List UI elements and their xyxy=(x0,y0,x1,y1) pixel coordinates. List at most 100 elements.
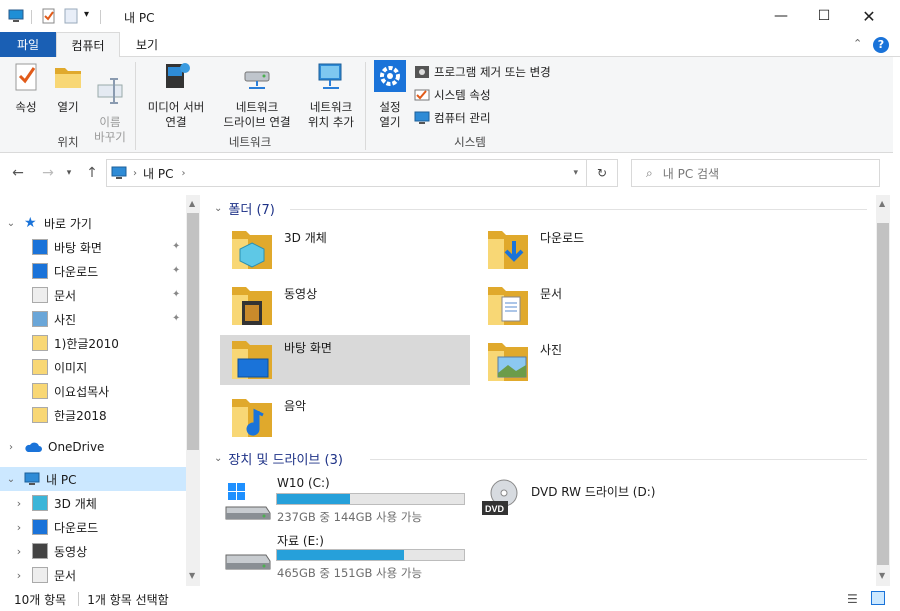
cloud-icon xyxy=(25,442,42,452)
document-icon xyxy=(32,287,48,303)
chevron-down-icon[interactable]: ⌄ xyxy=(214,453,222,464)
system-properties-button[interactable]: 시스템 속성 xyxy=(414,85,491,105)
large-icons-view-icon[interactable] xyxy=(871,591,885,605)
breadcrumb-this-pc[interactable]: 내 PC xyxy=(143,165,173,182)
chevron-down-icon[interactable]: ⌄ xyxy=(4,218,18,229)
sidebar-onedrive[interactable]: › OneDrive xyxy=(0,435,186,459)
drive-d[interactable]: DVD DVD RW 드라이브 (D:) xyxy=(480,475,730,527)
sidebar-item[interactable]: 이요섭목사 xyxy=(0,379,186,403)
dvd-drive-icon: DVD xyxy=(482,479,518,515)
document-icon xyxy=(32,567,48,583)
pin-icon[interactable]: ✦ xyxy=(172,313,182,325)
tab-file[interactable]: 파일 xyxy=(0,32,56,57)
group-system-label: 시스템 xyxy=(454,135,486,149)
folder-tile[interactable]: 문서 xyxy=(476,281,726,333)
refresh-button[interactable]: ↻ xyxy=(587,159,618,187)
tab-computer[interactable]: 컴퓨터 xyxy=(56,32,120,58)
add-network-location-button[interactable]: 네트워크 위치 추가 xyxy=(302,60,360,130)
close-button[interactable]: ✕ xyxy=(846,0,892,32)
folder-icon xyxy=(32,335,48,351)
details-view-icon[interactable]: ☰ xyxy=(847,592,858,606)
collapse-ribbon-icon[interactable]: ⌃ xyxy=(853,37,862,50)
chevron-right-icon[interactable]: › xyxy=(10,521,28,534)
tab-view[interactable]: 보기 xyxy=(124,32,170,57)
downloads-folder-icon xyxy=(488,231,528,269)
properties-check-icon[interactable] xyxy=(41,8,57,24)
sidebar-pc-item[interactable]: › 문서 xyxy=(0,563,186,587)
address-dropdown-icon[interactable]: ▾ xyxy=(573,168,578,178)
content-scrollbar[interactable]: ▲ ▼ xyxy=(876,195,890,586)
sidebar-item[interactable]: 문서 ✦ xyxy=(0,283,186,307)
chevron-down-icon[interactable]: ⌄ xyxy=(4,474,18,485)
folders-group-header[interactable]: ⌄ 폴더 (7) xyxy=(214,199,275,218)
ribbon-divider xyxy=(365,62,366,150)
sidebar-item[interactable]: 사진 ✦ xyxy=(0,307,186,331)
search-placeholder: 내 PC 검색 xyxy=(662,166,720,181)
media-server-button[interactable]: 미디어 서버 연결 xyxy=(140,60,212,130)
navigation-pane: ⌄ ★ 바로 가기 바탕 화면 ✦ 다운로드 ✦ 문서 ✦ 사진 ✦ 1)한글2010 이미지 이요… xyxy=(0,195,186,587)
breadcrumb-separator-icon[interactable]: › xyxy=(133,168,137,179)
videos-folder-icon xyxy=(232,287,272,325)
properties-button[interactable]: 속성 xyxy=(4,60,48,115)
open-settings-button[interactable]: 설정 열기 xyxy=(370,60,410,130)
chevron-down-icon[interactable]: ⌄ xyxy=(214,203,222,214)
drive-c-usage-bar xyxy=(276,493,465,505)
scroll-up-icon[interactable]: ▲ xyxy=(189,199,195,208)
search-box[interactable]: ⌕ 내 PC 검색 xyxy=(631,159,880,187)
sidebar-item[interactable]: 1)한글2010 xyxy=(0,331,186,355)
desktop-icon xyxy=(32,239,48,255)
minimize-button[interactable]: — xyxy=(758,0,804,32)
sidebar-item[interactable]: 다운로드 ✦ xyxy=(0,259,186,283)
sidebar-scrollbar[interactable]: ▲ ▼ xyxy=(186,195,200,586)
chevron-right-icon[interactable]: › xyxy=(10,545,28,558)
new-folder-icon[interactable] xyxy=(63,8,79,24)
sidebar-item[interactable]: 이미지 xyxy=(0,355,186,379)
pin-icon[interactable]: ✦ xyxy=(172,241,182,253)
scroll-down-icon[interactable]: ▼ xyxy=(189,571,195,580)
sidebar-this-pc[interactable]: ⌄ 내 PC xyxy=(0,467,186,491)
up-button[interactable]: ↑ xyxy=(82,160,102,186)
scroll-down-icon[interactable]: ▼ xyxy=(879,571,885,580)
folder-tile[interactable]: 사진 xyxy=(476,337,726,389)
back-button[interactable]: ← xyxy=(8,160,28,186)
folder-tile[interactable]: 음악 xyxy=(220,393,470,445)
sidebar-scroll-thumb[interactable] xyxy=(187,213,199,450)
chevron-right-icon[interactable]: › xyxy=(10,569,28,582)
scroll-up-icon[interactable]: ▲ xyxy=(879,199,885,208)
sidebar-item[interactable]: 바탕 화면 ✦ xyxy=(0,235,186,259)
qa-dropdown-icon[interactable]: ▾ xyxy=(84,9,89,20)
open-button[interactable]: 열기 xyxy=(48,60,88,115)
address-bar[interactable]: › 내 PC › ▾ xyxy=(106,159,587,187)
sidebar-quick-access[interactable]: ⌄ ★ 바로 가기 xyxy=(0,211,186,235)
drive-c[interactable]: W10 (C:) 237GB 중 144GB 사용 가능 xyxy=(224,475,474,527)
recent-locations-button[interactable]: ▾ xyxy=(62,160,76,186)
breadcrumb-separator-icon[interactable]: › xyxy=(181,168,185,179)
maximize-button[interactable]: ☐ xyxy=(801,0,847,32)
chevron-right-icon[interactable]: › xyxy=(10,497,28,510)
sidebar-item[interactable]: 한글2018 xyxy=(0,403,186,427)
chevron-right-icon[interactable]: › xyxy=(4,442,18,453)
folder-icon xyxy=(32,383,48,399)
sidebar-pc-item[interactable]: › 3D 개체 xyxy=(0,491,186,515)
content-scroll-thumb[interactable] xyxy=(877,223,889,565)
folder-tile[interactable]: 동영상 xyxy=(220,281,470,333)
pin-icon[interactable]: ✦ xyxy=(172,289,182,301)
computer-management-button[interactable]: 컴퓨터 관리 xyxy=(414,108,491,128)
folder-tile[interactable]: 3D 개체 xyxy=(220,225,470,277)
uninstall-programs-button[interactable]: 프로그램 제거 또는 변경 xyxy=(414,62,551,82)
drive-e-usage-fill xyxy=(277,550,405,560)
sidebar-pc-item[interactable]: › 동영상 xyxy=(0,539,186,563)
folder-tile[interactable]: 다운로드 xyxy=(476,225,726,277)
map-drive-button[interactable]: 네트워크 드라이브 연결 xyxy=(212,60,302,130)
drives-group-header[interactable]: ⌄ 장치 및 드라이브 (3) xyxy=(214,449,343,468)
pin-icon[interactable]: ✦ xyxy=(172,265,182,277)
folder-tile[interactable]: 바탕 화면 xyxy=(220,335,470,385)
forward-button[interactable]: → xyxy=(38,160,58,186)
computer-management-icon xyxy=(414,111,430,124)
drive-e[interactable]: 자료 (E:) 465GB 중 151GB 사용 가능 xyxy=(224,531,474,583)
computer-icon[interactable] xyxy=(8,8,24,24)
help-icon[interactable]: ? xyxy=(873,37,889,53)
status-bar: 10개 항목 1개 항목 선택함 ☰ xyxy=(0,587,900,611)
video-icon xyxy=(32,543,48,559)
sidebar-pc-item[interactable]: › 다운로드 xyxy=(0,515,186,539)
